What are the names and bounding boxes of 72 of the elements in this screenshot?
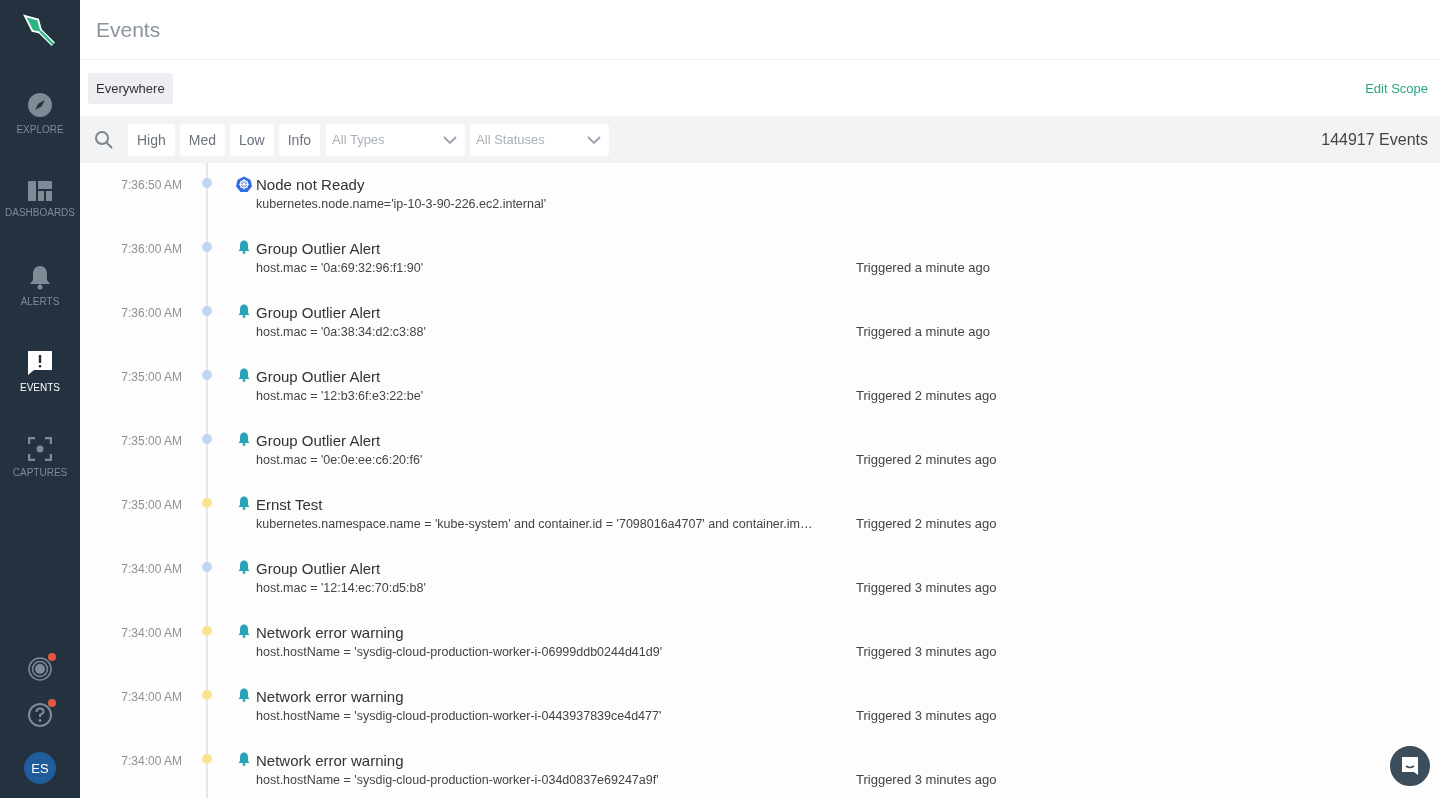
event-detail: kubernetes.namespace.name = 'kube-system' and container.id = '7098016a4707' and container.im… [256,517,814,531]
user-avatar[interactable]: ES [24,752,56,784]
event-time: 7:36:00 AM [120,305,182,320]
event-detail: host.mac = '0a:38:34:d2:c3:88' [256,325,427,339]
event-time: 7:34:00 AM [120,689,182,704]
severity-button[interactable]: Info [278,123,321,156]
event-time: 7:35:00 AM [120,497,182,512]
event-status: Triggered 2 minutes ago [856,452,997,467]
event-time: 7:34:00 AM [120,625,182,640]
event-detail: host.mac = '0a:69:32:96:f1:90' [256,261,425,275]
event-detail: host.mac = '0e:0e:ee:c6:20:f6' [256,453,424,467]
help-icon[interactable] [27,702,53,728]
event-title[interactable]: Group Outlier Alert [256,240,856,257]
event-title[interactable]: Group Outlier Alert [256,368,856,385]
event-count: 144917 Events [1321,130,1428,149]
event-detail: host.mac = '12:14:ec:70:d5:b8' [256,581,427,595]
severity-button[interactable]: Med [179,123,226,156]
scope-chip[interactable]: Everywhere [88,72,173,104]
bell-icon [238,368,250,382]
compass-icon [27,91,53,118]
event-status: Triggered a minute ago [856,260,990,275]
event-status: Triggered 3 minutes ago [856,708,997,723]
page-title: Events [96,17,161,42]
event-title[interactable]: Group Outlier Alert [256,304,856,321]
kubernetes-wheel-icon [236,176,252,192]
event-status: Triggered 2 minutes ago [856,388,997,403]
bell-icon [238,688,250,702]
event-title[interactable]: Group Outlier Alert [256,560,856,577]
capture-frame-icon [28,436,52,461]
event-status: Triggered 2 minutes ago [856,516,997,531]
event-detail: kubernetes.node.name='ip-10-3-90-226.ec2.internal' [256,197,548,211]
radar-icon[interactable] [27,656,53,682]
bell-icon [238,624,250,638]
event-detail: host.hostName = 'sysdig-cloud-production-worker-i-0443937839ce4d477' [256,709,663,723]
severity-button[interactable]: Low [230,123,274,156]
event-title[interactable]: Network error warning [256,752,856,769]
event-title[interactable]: Network error warning [256,624,856,641]
event-time: 7:34:00 AM [120,561,182,576]
event-title[interactable]: Network error warning [256,688,856,705]
event-title[interactable]: Ernst Test [256,496,856,513]
event-status: Triggered 3 minutes ago [856,644,997,659]
bell-icon [238,432,250,446]
bell-icon [238,560,250,574]
nav-item[interactable]: DASHBOARDS [0,156,80,242]
bell-icon [238,240,250,254]
speech-bubble-exclamation-icon [27,349,53,376]
dashboard-icon [28,180,52,201]
event-title[interactable]: Group Outlier Alert [256,432,856,449]
bell-icon [29,263,51,290]
event-detail: host.mac = '12:b3:6f:e3:22:be' [256,389,425,403]
event-time: 7:36:50 AM [120,177,182,192]
event-time: 7:34:00 AM [120,753,182,768]
search-icon[interactable] [94,129,114,150]
nav-item[interactable]: CAPTURES [0,414,80,500]
event-status: Triggered 3 minutes ago [856,772,997,787]
chevron-down-icon [443,135,458,144]
event-detail: host.hostName = 'sysdig-cloud-production-worker-i-06999ddb0244d41d9' [256,645,664,659]
nav-item[interactable]: EVENTS [0,328,80,414]
bell-icon [238,752,250,766]
bell-icon [238,496,250,510]
event-detail: host.hostName = 'sysdig-cloud-production-worker-i-034d0837e69247a9f' [256,773,660,787]
event-status: Triggered 3 minutes ago [856,580,997,595]
event-status: Triggered a minute ago [856,324,990,339]
event-time: 7:36:00 AM [120,241,182,256]
severity-button[interactable]: High [128,123,175,156]
event-time: 7:35:00 AM [120,369,182,384]
nav-item[interactable]: ALERTS [0,242,80,328]
event-time: 7:35:00 AM [120,433,182,448]
event-title[interactable]: Node not Ready [256,176,856,193]
nav-item[interactable]: EXPLORE [0,70,80,156]
bell-icon [238,304,250,318]
chevron-down-icon [587,135,602,144]
